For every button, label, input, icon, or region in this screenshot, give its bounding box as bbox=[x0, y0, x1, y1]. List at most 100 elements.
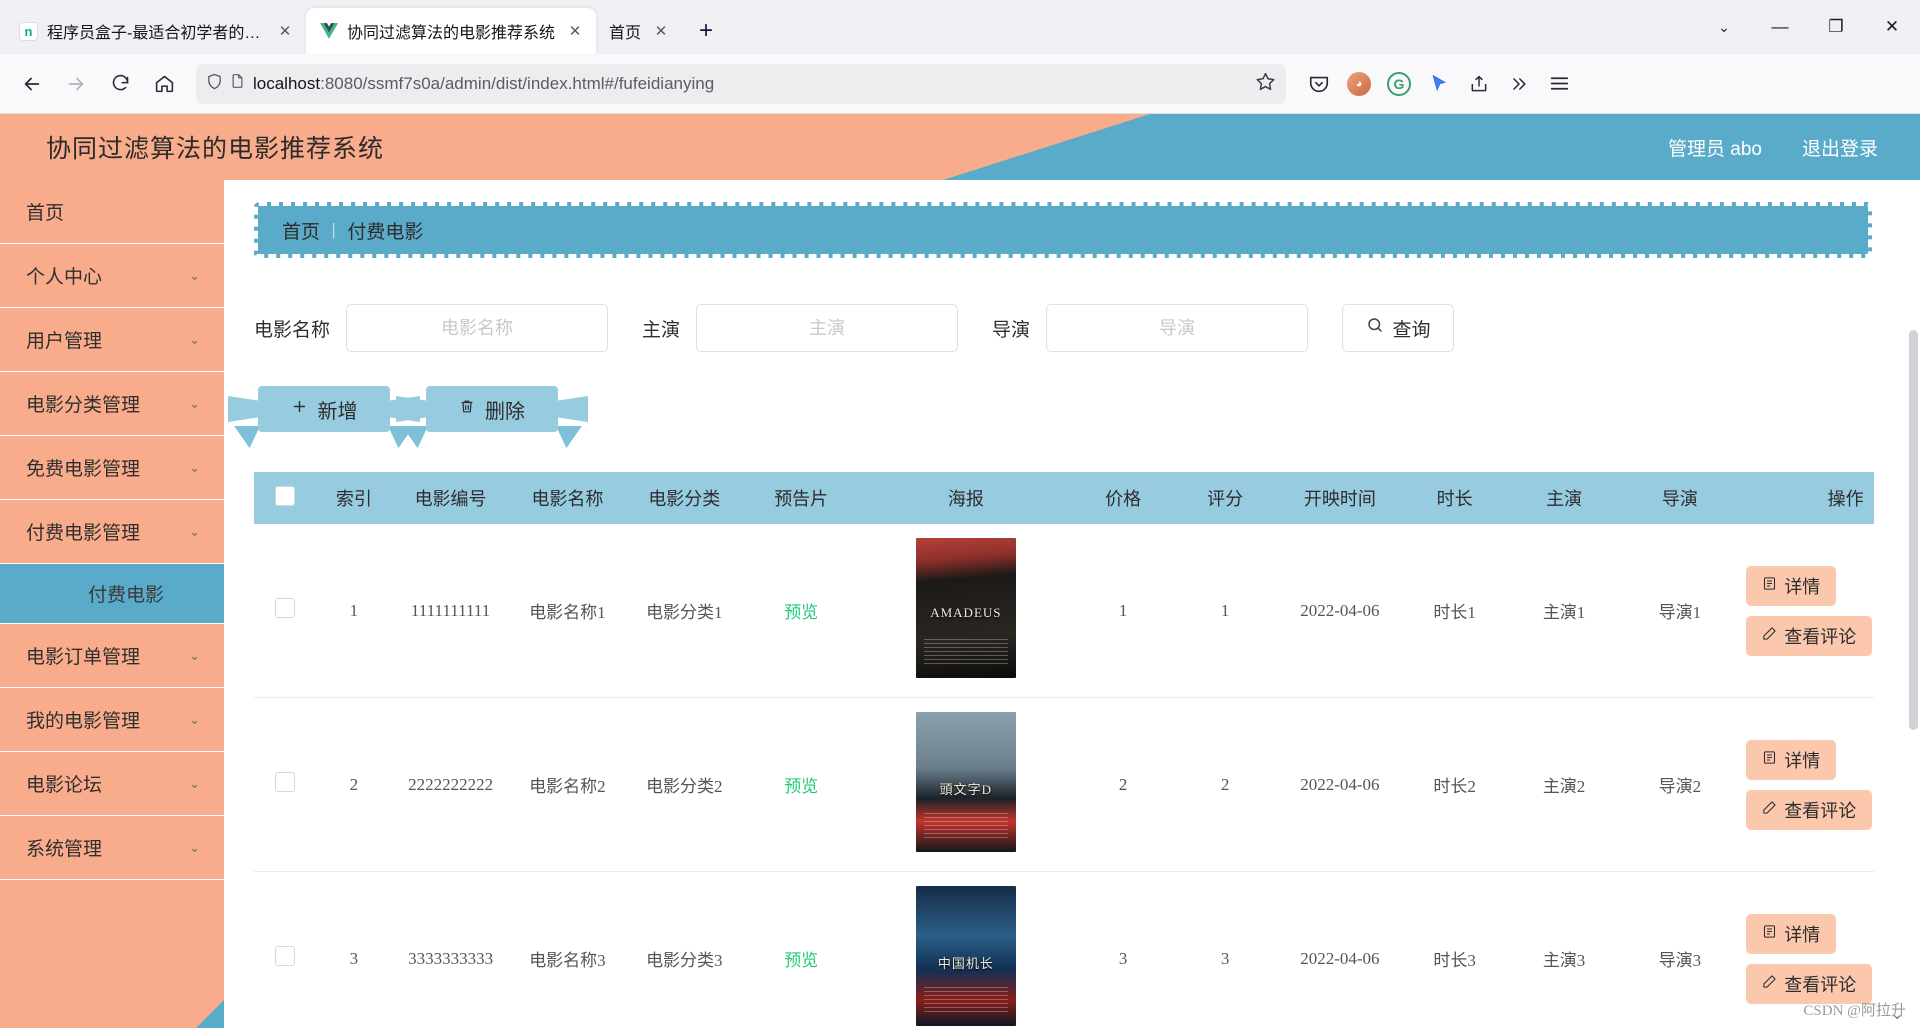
sidebar-item-movie-forum[interactable]: 电影论坛 ⌄ bbox=[0, 752, 224, 816]
chevron-down-icon: ⌄ bbox=[189, 331, 200, 347]
sidebar-item-user-management[interactable]: 用户管理 ⌄ bbox=[0, 308, 224, 372]
detail-button[interactable]: 详情 bbox=[1746, 739, 1837, 780]
col-release-date: 开映时间 bbox=[1276, 472, 1404, 524]
logout-button[interactable]: 退出登录 bbox=[1802, 134, 1878, 161]
bookmark-star-icon[interactable] bbox=[1255, 71, 1276, 97]
select-all-checkbox[interactable] bbox=[274, 485, 295, 506]
forward-icon[interactable] bbox=[56, 64, 96, 104]
sidebar-item-paid-movie-management[interactable]: 付费电影管理 ⌄ bbox=[0, 500, 224, 564]
sidebar-item-free-movie[interactable]: 免费电影管理 ⌄ bbox=[0, 436, 224, 500]
reload-icon[interactable] bbox=[100, 64, 140, 104]
row-checkbox[interactable] bbox=[274, 946, 295, 966]
browser-tab-1[interactable]: n 程序员盒子-最适合初学者的免费… ✕ bbox=[6, 8, 306, 54]
close-window-button[interactable]: ✕ bbox=[1864, 0, 1920, 54]
new-tab-button[interactable]: + bbox=[688, 13, 724, 49]
view-comments-button[interactable]: 查看评论 bbox=[1746, 789, 1873, 830]
actor-label: 主演 bbox=[642, 319, 681, 341]
grammarly-icon[interactable]: G bbox=[1380, 65, 1418, 103]
table-row[interactable]: 1 1111111111 电影名称1 电影分类1 预览 AMADEUS 1 1 bbox=[254, 524, 1874, 698]
page-title: 协同过滤算法的电影推荐系统 bbox=[46, 136, 385, 163]
actor-input[interactable] bbox=[696, 304, 959, 352]
close-icon[interactable]: ✕ bbox=[564, 20, 586, 42]
table-row[interactable]: 2 2222222222 电影名称2 电影分类2 预览 頭文字D 2 2 202… bbox=[254, 697, 1874, 872]
sidebar-item-label: 付费电影管理 bbox=[26, 523, 141, 544]
breadcrumb-home[interactable]: 首页 bbox=[282, 217, 320, 244]
delete-button[interactable]: 删除 bbox=[426, 386, 558, 432]
account-avatar-icon[interactable]: ◕ bbox=[1340, 65, 1378, 103]
minimize-button[interactable]: — bbox=[1752, 0, 1808, 54]
cell-category: 电影分类1 bbox=[625, 524, 743, 698]
cell-duration: 时长2 bbox=[1403, 697, 1506, 872]
table-body: 1 1111111111 电影名称1 电影分类1 预览 AMADEUS 1 1 bbox=[254, 524, 1874, 1028]
director-input[interactable] bbox=[1046, 304, 1309, 352]
browser-tab-2[interactable]: 协同过滤算法的电影推荐系统 ✕ bbox=[306, 8, 597, 54]
pocket-icon[interactable] bbox=[1300, 65, 1338, 103]
page-info-icon[interactable] bbox=[230, 72, 245, 95]
share-icon[interactable] bbox=[1460, 65, 1498, 103]
url-bar[interactable]: localhost:8080/ssmf7s0a/admin/dist/index… bbox=[196, 63, 1286, 104]
chevron-down-icon[interactable]: ⌄ bbox=[1891, 1004, 1904, 1024]
back-icon[interactable] bbox=[12, 64, 52, 104]
director-label: 导演 bbox=[992, 319, 1031, 341]
col-score: 评分 bbox=[1174, 472, 1277, 524]
col-director: 导演 bbox=[1622, 472, 1738, 524]
search-button[interactable]: 查询 bbox=[1342, 304, 1455, 352]
url-path: :8080/ssmf7s0a/admin/dist/index.html#/fu… bbox=[320, 73, 715, 93]
select-all-cell[interactable] bbox=[254, 472, 316, 524]
sidebar-item-profile[interactable]: 个人中心 ⌄ bbox=[0, 244, 224, 308]
sidebar-item-system-management[interactable]: 系统管理 ⌄ bbox=[0, 816, 224, 880]
pointer-icon[interactable] bbox=[1420, 65, 1458, 103]
preview-link[interactable]: 预览 bbox=[784, 951, 818, 970]
movie-name-input[interactable] bbox=[346, 304, 609, 352]
sidebar-item-my-movie[interactable]: 我的电影管理 ⌄ bbox=[0, 688, 224, 752]
browser-tab-3[interactable]: 首页 ✕ bbox=[596, 8, 682, 54]
row-checkbox[interactable] bbox=[274, 772, 295, 792]
table-row[interactable]: 3 3333333333 电影名称3 电影分类3 预览 中国机长 3 3 202… bbox=[254, 871, 1874, 1028]
cell-poster[interactable]: AMADEUS bbox=[859, 524, 1073, 698]
cell-movie-name: 电影名称2 bbox=[509, 697, 626, 872]
preview-link[interactable]: 预览 bbox=[784, 777, 818, 796]
row-checkbox-cell[interactable] bbox=[254, 871, 316, 1028]
cell-duration: 时长3 bbox=[1403, 871, 1506, 1028]
cell-poster[interactable]: 中国机长 bbox=[859, 871, 1073, 1028]
movie-poster-image[interactable]: 頭文字D bbox=[915, 712, 1016, 852]
close-icon[interactable]: ✕ bbox=[650, 20, 672, 42]
overflow-icon[interactable] bbox=[1500, 65, 1538, 103]
view-comments-button[interactable]: 查看评论 bbox=[1746, 963, 1873, 1004]
shield-icon[interactable] bbox=[206, 72, 223, 96]
add-button[interactable]: 新增 bbox=[258, 386, 390, 432]
cell-score: 3 bbox=[1174, 871, 1277, 1028]
home-icon[interactable] bbox=[144, 64, 184, 104]
cell-poster[interactable]: 頭文字D bbox=[859, 697, 1073, 872]
cell-trailer[interactable]: 预览 bbox=[742, 871, 860, 1028]
preview-link[interactable]: 预览 bbox=[784, 603, 818, 622]
admin-label: 管理员 abo bbox=[1668, 138, 1762, 160]
screenshot-root: n 程序员盒子-最适合初学者的免费… ✕ 协同过滤算法的电影推荐系统 ✕ 首页 … bbox=[0, 0, 1920, 1030]
sidebar-item-movie-category[interactable]: 电影分类管理 ⌄ bbox=[0, 372, 224, 436]
row-checkbox[interactable] bbox=[274, 598, 295, 618]
movie-poster-image[interactable]: AMADEUS bbox=[915, 538, 1016, 678]
sidebar-item-home[interactable]: 首页 bbox=[0, 180, 224, 244]
row-checkbox-cell[interactable] bbox=[254, 697, 316, 872]
url-text[interactable]: localhost:8080/ssmf7s0a/admin/dist/index… bbox=[253, 74, 1247, 94]
cell-trailer[interactable]: 预览 bbox=[742, 697, 860, 872]
col-index: 索引 bbox=[315, 472, 393, 524]
movie-poster-image[interactable]: 中国机长 bbox=[915, 886, 1016, 1026]
cell-category: 电影分类2 bbox=[625, 697, 743, 872]
cell-actor: 主演3 bbox=[1505, 871, 1623, 1028]
maximize-button[interactable]: ❐ bbox=[1808, 0, 1864, 54]
vertical-scrollbar-thumb[interactable] bbox=[1909, 330, 1918, 730]
menu-icon[interactable] bbox=[1540, 65, 1578, 103]
cell-trailer[interactable]: 预览 bbox=[742, 524, 860, 698]
chevron-down-icon: ⌄ bbox=[189, 267, 200, 283]
row-checkbox-cell[interactable] bbox=[254, 524, 316, 698]
detail-button[interactable]: 详情 bbox=[1746, 913, 1837, 954]
sidebar-item-paid-movie[interactable]: 付费电影 bbox=[0, 564, 224, 624]
detail-button[interactable]: 详情 bbox=[1746, 565, 1837, 606]
breadcrumb: 首页 | 付费电影 bbox=[254, 202, 1872, 258]
detail-button-label: 详情 bbox=[1784, 750, 1821, 771]
view-comments-button[interactable]: 查看评论 bbox=[1746, 615, 1873, 656]
close-icon[interactable]: ✕ bbox=[274, 20, 296, 42]
sidebar-item-movie-order[interactable]: 电影订单管理 ⌄ bbox=[0, 624, 224, 688]
list-all-tabs-icon[interactable]: ⌄ bbox=[1696, 0, 1752, 54]
